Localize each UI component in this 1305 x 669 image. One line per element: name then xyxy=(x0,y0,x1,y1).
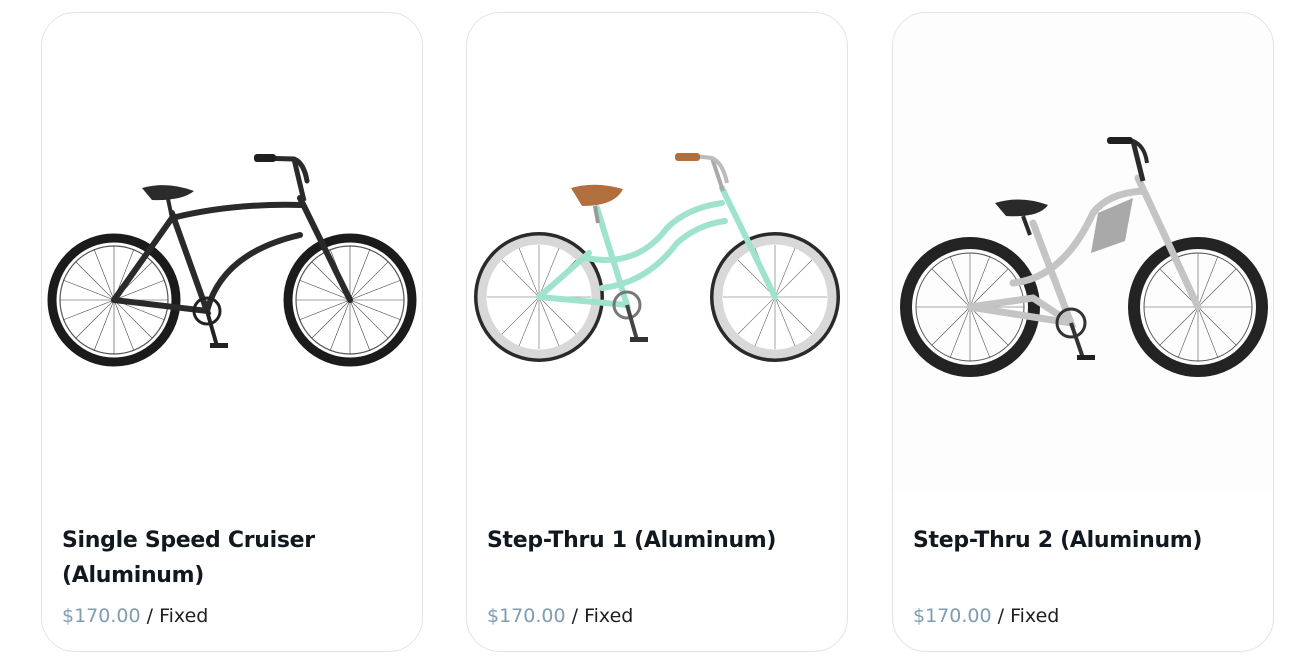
price-unit: Fixed xyxy=(1010,605,1060,627)
price-line: $170.00 / Fixed xyxy=(62,603,208,629)
product-title[interactable]: Single Speed Cruiser (Aluminum) xyxy=(62,523,402,593)
price-separator: / xyxy=(571,605,579,627)
product-title[interactable]: Step-Thru 1 (Aluminum) xyxy=(487,523,827,558)
price-unit: Fixed xyxy=(159,605,209,627)
price-line: $170.00 / Fixed xyxy=(913,603,1059,629)
product-price: $170.00 xyxy=(487,605,566,627)
product-image-silver-step-thru-bike[interactable] xyxy=(893,13,1273,493)
product-card-single-speed-cruiser[interactable]: Single Speed Cruiser (Aluminum) $170.00 … xyxy=(41,12,423,652)
product-image-mint-step-thru-bike[interactable] xyxy=(467,13,847,493)
product-card-step-thru-2[interactable]: Step-Thru 2 (Aluminum) $170.00 / Fixed xyxy=(892,12,1274,652)
price-separator: / xyxy=(997,605,1005,627)
price-separator: / xyxy=(146,605,154,627)
product-price: $170.00 xyxy=(62,605,141,627)
product-title[interactable]: Step-Thru 2 (Aluminum) xyxy=(913,523,1253,558)
product-card-step-thru-1[interactable]: Step-Thru 1 (Aluminum) $170.00 / Fixed xyxy=(466,12,848,652)
product-grid: Single Speed Cruiser (Aluminum) $170.00 … xyxy=(0,0,1305,669)
product-price: $170.00 xyxy=(913,605,992,627)
price-unit: Fixed xyxy=(584,605,634,627)
product-image-black-cruiser-bike[interactable] xyxy=(42,13,422,493)
price-line: $170.00 / Fixed xyxy=(487,603,633,629)
